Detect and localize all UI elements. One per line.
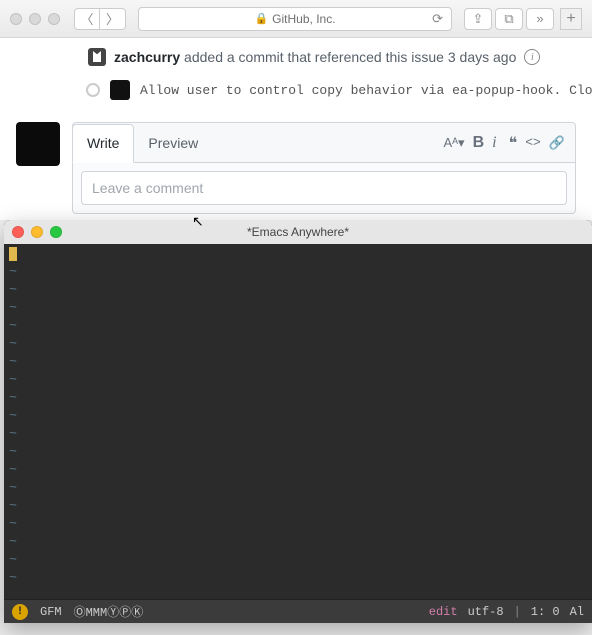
safari-nav-buttons: 〈 〉: [74, 8, 126, 30]
fringe-tilde: ~: [4, 353, 22, 371]
fringe-tilde: ~: [4, 299, 22, 317]
safari-close-icon[interactable]: [10, 13, 22, 25]
reference-time[interactable]: 3 days ago: [448, 49, 517, 65]
bookmark-icon: [88, 48, 106, 66]
more-button[interactable]: »: [526, 8, 554, 30]
tab-write[interactable]: Write: [72, 124, 134, 163]
forward-button[interactable]: 〉: [100, 8, 126, 30]
fringe-tilde: ~: [4, 569, 22, 587]
fringe-tilde: ~: [4, 335, 22, 353]
safari-window: 〈 〉 🔒 GitHub, Inc. ⟳ ⇪ ⧉ » + zachcurry a…: [0, 0, 592, 220]
modeline-position: 1: 0: [531, 605, 560, 619]
quote-icon[interactable]: ❝: [509, 133, 518, 153]
emacs-window: *Emacs Anywhere* ~~~~~~~~~~~~~~~~~~ ! GF…: [4, 220, 592, 623]
composer-toolbar: Aᴬ▾ B i ❝ <> 🔗: [443, 133, 565, 153]
reference-user[interactable]: zachcurry: [114, 49, 180, 65]
fringe-tilde: ~: [4, 317, 22, 335]
fringe-tilde: ~: [4, 515, 22, 533]
commit-node-icon: [86, 83, 100, 97]
modeline-tail: Al: [570, 605, 584, 619]
modeline-minor-modes[interactable]: ⓄMMMⓎⓅⓀ: [74, 603, 144, 620]
new-tab-button[interactable]: +: [560, 8, 582, 30]
github-reference-event: zachcurry added a commit that referenced…: [88, 48, 576, 66]
italic-icon[interactable]: i: [492, 134, 496, 152]
commit-msg-post: .: [553, 83, 569, 98]
github-commit-row: Allow user to control copy behavior via …: [86, 80, 576, 100]
composer-box: Write Preview Aᴬ▾ B i ❝ <> 🔗 Leave a com…: [72, 122, 576, 214]
commit-message[interactable]: Allow user to control copy behavior via …: [140, 83, 592, 98]
current-user-avatar[interactable]: [16, 122, 60, 166]
commit-closes: Clos: [569, 83, 592, 98]
warning-icon[interactable]: !: [12, 604, 28, 620]
back-button[interactable]: 〈: [74, 8, 100, 30]
address-host: GitHub, Inc.: [272, 12, 335, 26]
comment-textarea[interactable]: Leave a comment: [81, 171, 567, 205]
fringe-tilde: ~: [4, 533, 22, 551]
safari-traffic-lights: [10, 13, 60, 25]
emacs-fringe: ~~~~~~~~~~~~~~~~~~: [4, 244, 22, 599]
composer-tabs: Write Preview Aᴬ▾ B i ❝ <> 🔗: [73, 123, 575, 163]
share-button[interactable]: ⇪: [464, 8, 492, 30]
commit-avatar[interactable]: [110, 80, 130, 100]
emacs-titlebar: *Emacs Anywhere*: [4, 220, 592, 244]
emacs-minimize-icon[interactable]: [31, 226, 43, 238]
emacs-cursor-block: [9, 247, 17, 261]
github-timeline: zachcurry added a commit that referenced…: [0, 38, 592, 100]
emacs-buffer-area[interactable]: ~~~~~~~~~~~~~~~~~~: [4, 244, 592, 599]
lock-icon: 🔒: [254, 12, 268, 25]
fringe-tilde: ~: [4, 551, 22, 569]
link-icon[interactable]: 🔗: [549, 135, 565, 151]
address-bar[interactable]: 🔒 GitHub, Inc. ⟳: [138, 7, 452, 31]
tab-preview[interactable]: Preview: [134, 123, 212, 162]
bold-icon[interactable]: B: [473, 134, 485, 152]
reference-text: zachcurry added a commit that referenced…: [114, 49, 516, 65]
fringe-tilde: ~: [4, 281, 22, 299]
fringe-tilde: ~: [4, 461, 22, 479]
reload-icon[interactable]: ⟳: [432, 11, 443, 27]
emacs-modeline: ! GFM ⓄMMMⓎⓅⓀ edit utf-8 | 1: 0 Al: [4, 599, 592, 623]
reference-action: added a commit that referenced this issu…: [180, 49, 448, 65]
safari-toolbar: 〈 〉 🔒 GitHub, Inc. ⟳ ⇪ ⧉ » +: [0, 0, 592, 38]
modeline-edit-state: edit: [429, 605, 458, 619]
fringe-tilde: ~: [4, 425, 22, 443]
heading-icon[interactable]: Aᴬ▾: [443, 135, 464, 151]
safari-minimize-icon[interactable]: [29, 13, 41, 25]
info-icon[interactable]: i: [524, 49, 540, 65]
fringe-tilde: ~: [4, 479, 22, 497]
commit-msg-pre: Allow user to control copy behavior via: [140, 83, 452, 98]
fringe-tilde: ~: [4, 389, 22, 407]
fringe-tilde: ~: [4, 371, 22, 389]
emacs-close-icon[interactable]: [12, 226, 24, 238]
emacs-title: *Emacs Anywhere*: [4, 225, 592, 239]
modeline-major-mode[interactable]: GFM: [40, 605, 62, 619]
safari-maximize-icon[interactable]: [48, 13, 60, 25]
github-comment-composer: Write Preview Aᴬ▾ B i ❝ <> 🔗 Leave a com…: [16, 122, 576, 214]
commit-msg-code: ea-popup-hook: [452, 83, 553, 98]
emacs-buffer[interactable]: [22, 244, 592, 599]
fringe-tilde: ~: [4, 407, 22, 425]
code-icon[interactable]: <>: [525, 135, 541, 150]
fringe-tilde: ~: [4, 263, 22, 281]
emacs-maximize-icon[interactable]: [50, 226, 62, 238]
fringe-tilde: ~: [4, 497, 22, 515]
tabs-button[interactable]: ⧉: [495, 8, 523, 30]
fringe-tilde: ~: [4, 443, 22, 461]
modeline-encoding: utf-8: [468, 605, 504, 619]
safari-right-tools: ⇪ ⧉ » +: [464, 8, 582, 30]
